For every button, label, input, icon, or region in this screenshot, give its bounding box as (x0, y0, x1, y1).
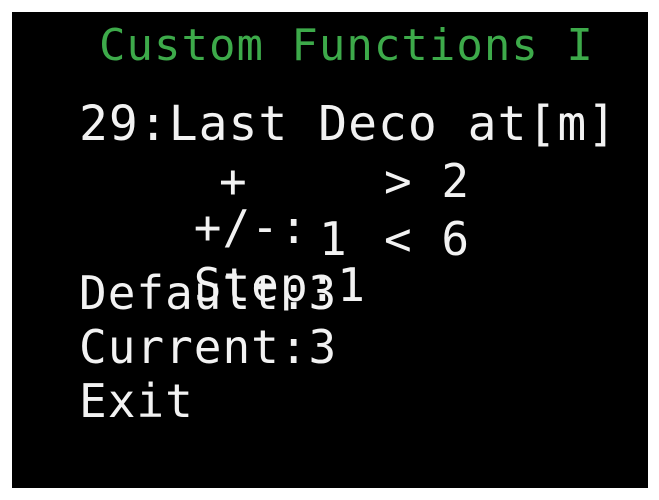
sign-value[interactable]: + (219, 158, 248, 204)
minimum-value: 1 (319, 212, 348, 266)
parameter-name[interactable]: 29:Last Deco at[m] (79, 100, 617, 148)
lower-limit-value: < 6 (384, 212, 471, 266)
upper-limit-value: > 2 (384, 154, 471, 208)
default-value-row[interactable]: Default:3 (79, 270, 337, 316)
exit-menu-item[interactable]: Exit (79, 378, 194, 424)
current-value-row[interactable]: Current:3 (79, 324, 337, 370)
dive-computer-display: Custom Functions I 29:Last Deco at[m] +/… (12, 12, 648, 488)
menu-title: Custom Functions I (99, 20, 594, 71)
